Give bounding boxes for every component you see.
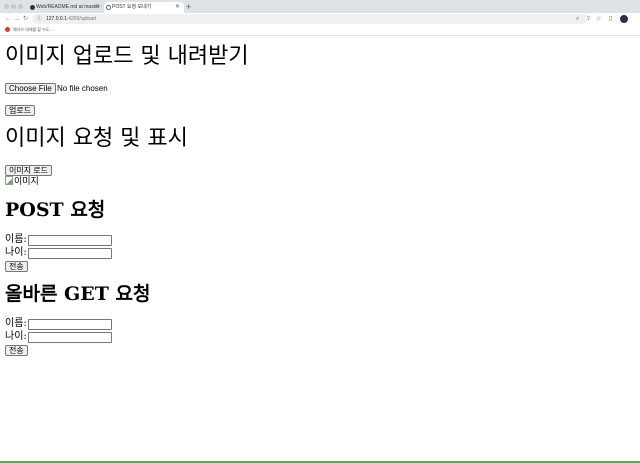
window-minimize-dot[interactable] <box>11 4 16 9</box>
upload-heading: 이미지 업로드 및 내려받기 <box>5 44 249 69</box>
forward-icon[interactable]: → <box>14 14 20 24</box>
post-name-label: 이름: <box>5 234 27 245</box>
post-age-label: 나이: <box>5 247 27 258</box>
browser-tab-bar: Web/README.md at master · ✕ POST 요청 보내기 … <box>0 0 640 13</box>
info-icon[interactable]: ⓘ <box>37 14 42 24</box>
tab-readme-title: Web/README.md at master · <box>36 4 103 10</box>
reload-icon[interactable]: ↻ <box>23 14 28 24</box>
post-submit-button[interactable]: 전송 <box>5 261 28 272</box>
post-name-input[interactable] <box>28 235 112 246</box>
post-age-input[interactable] <box>28 248 112 259</box>
broken-image-icon <box>5 176 13 185</box>
post-heading: POST 요청 <box>5 199 106 221</box>
get-submit-button[interactable]: 전송 <box>5 345 28 356</box>
globe-icon <box>106 5 111 10</box>
url-host: 127.0.0.1 <box>46 16 67 22</box>
bookmark-item[interactable]: 웨이브 대체를 할 수도... <box>13 25 53 34</box>
github-icon <box>30 5 35 10</box>
url-input[interactable]: ⓘ 127.0.0.1:4200/upload <box>32 14 588 24</box>
avatar[interactable] <box>620 15 628 23</box>
sidebar-icon[interactable]: ▯ <box>609 14 612 24</box>
tab-readme[interactable]: Web/README.md at master · ✕ <box>28 2 104 13</box>
choose-file-button[interactable]: Choose File <box>5 83 56 94</box>
no-file-text: No file chosen <box>57 84 108 93</box>
get-age-label: 나이: <box>5 331 27 342</box>
share-icon[interactable]: ⇪ <box>586 14 591 24</box>
url-text: 127.0.0.1:4200/upload <box>46 14 96 24</box>
upload-button[interactable]: 업로드 <box>5 105 36 116</box>
tab-post-request[interactable]: POST 요청 보내기 ✕ <box>104 2 184 13</box>
image-request-heading: 이미지 요청 및 표시 <box>5 126 188 151</box>
new-tab-icon[interactable]: + <box>186 1 191 13</box>
bookmarks-bar: 웨이브 대체를 할 수도... <box>0 25 640 36</box>
zoom-icon[interactable]: ⌕ <box>576 14 579 24</box>
load-image-button[interactable]: 이미지 로드 <box>5 165 53 176</box>
get-heading: 올바른 GET 요청 <box>5 283 151 305</box>
broken-image: 이미지 <box>5 176 39 188</box>
image-alt-text: 이미지 <box>14 177 39 187</box>
get-age-input[interactable] <box>28 332 112 343</box>
window-zoom-dot[interactable] <box>18 4 23 9</box>
get-name-label: 이름: <box>5 318 27 329</box>
url-path: :4200/upload <box>66 16 96 22</box>
star-icon[interactable]: ☆ <box>596 14 601 24</box>
window-close-dot[interactable] <box>4 4 9 9</box>
back-icon[interactable]: ← <box>5 14 11 24</box>
bookmark-icon <box>5 27 10 32</box>
tab-post-request-title: POST 요청 보내기 <box>112 4 152 10</box>
get-name-input[interactable] <box>28 319 112 330</box>
page-content: 이미지 업로드 및 내려받기 Choose File No file chose… <box>0 36 640 461</box>
close-icon[interactable]: ✕ <box>175 2 180 13</box>
close-icon[interactable]: ✕ <box>95 2 100 13</box>
